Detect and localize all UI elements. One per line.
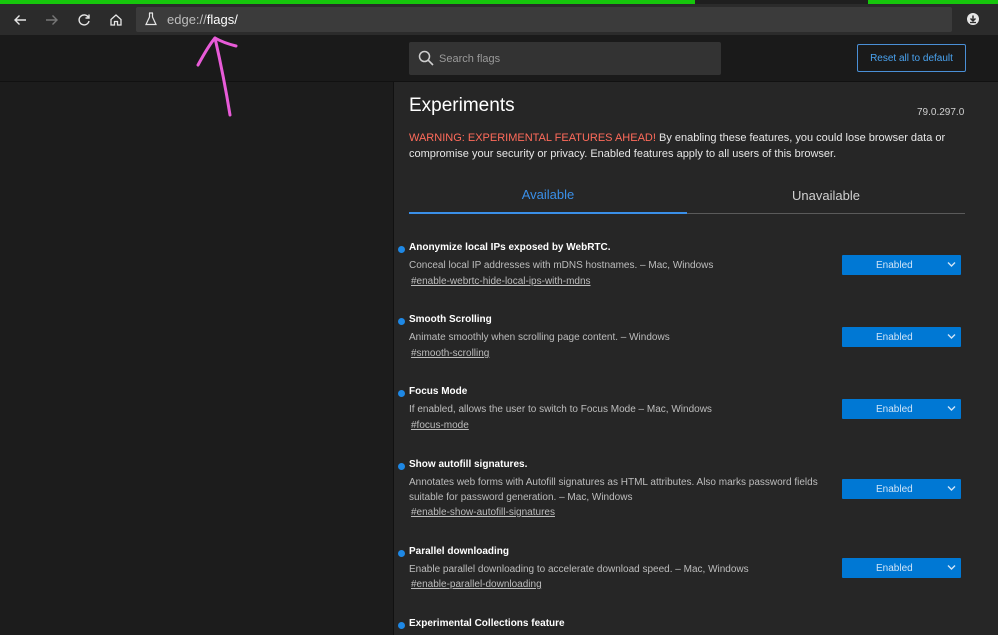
flag-link[interactable]: #focus-mode <box>411 420 469 431</box>
home-button[interactable] <box>101 4 131 35</box>
chevron-down-icon <box>947 565 956 570</box>
flag-item: Smooth Scrolling Animate smoothly when s… <box>398 314 968 364</box>
flag-status-dot <box>398 550 405 557</box>
flag-description: Enable parallel downloading to accelerat… <box>409 564 749 575</box>
flag-status-dot <box>398 246 405 253</box>
search-box[interactable] <box>409 42 721 75</box>
flag-select[interactable]: Enabled <box>842 327 961 347</box>
flag-name: Smooth Scrolling <box>409 314 492 325</box>
flag-status-dot <box>398 390 405 397</box>
flag-item: Show autofill signatures. Annotates web … <box>398 459 968 521</box>
flag-name: Anonymize local IPs exposed by WebRTC. <box>409 242 611 253</box>
page-title: Experiments <box>409 95 515 116</box>
flag-item: Parallel downloading Enable parallel dow… <box>398 546 968 596</box>
address-text: edge://flags/ <box>167 12 238 27</box>
flag-status-dot <box>398 318 405 325</box>
extension-button[interactable] <box>962 8 984 30</box>
tab-available[interactable]: Available <box>409 176 687 214</box>
home-icon <box>110 13 122 26</box>
flag-description: Annotates web forms with Autofill signat… <box>409 477 818 503</box>
flag-item: Focus Mode If enabled, allows the user t… <box>398 386 968 436</box>
flag-status-dot <box>398 463 405 470</box>
flask-icon <box>145 12 157 26</box>
flags-tabs: Available Unavailable <box>409 176 965 214</box>
flag-name: Parallel downloading <box>409 546 510 557</box>
flag-name: Show autofill signatures. <box>409 459 528 470</box>
back-button[interactable] <box>5 4 35 35</box>
search-icon <box>418 50 434 66</box>
forward-button[interactable] <box>37 4 67 35</box>
flag-name: Experimental Collections feature <box>409 618 565 629</box>
browser-toolbar: edge://flags/ <box>0 4 998 35</box>
flag-select-value: Enabled <box>876 331 913 343</box>
flag-link[interactable]: #smooth-scrolling <box>411 348 489 359</box>
flag-link[interactable]: #enable-parallel-downloading <box>411 579 542 590</box>
flag-item: Experimental Collections feature <box>398 618 968 635</box>
flag-select-value: Enabled <box>876 259 913 271</box>
chevron-down-icon <box>947 262 956 267</box>
flag-description: If enabled, allows the user to switch to… <box>409 404 712 415</box>
chevron-down-icon <box>947 486 956 491</box>
search-input[interactable] <box>439 42 715 75</box>
warning-text: WARNING: EXPERIMENTAL FEATURES AHEAD! By… <box>409 130 965 162</box>
chevron-down-icon <box>947 334 956 339</box>
flag-select-value: Enabled <box>876 562 913 574</box>
warning-heading: WARNING: EXPERIMENTAL FEATURES AHEAD! <box>409 132 656 144</box>
flag-name: Focus Mode <box>409 386 468 397</box>
version-label: 79.0.297.0 <box>917 107 965 118</box>
flag-select[interactable]: Enabled <box>842 255 961 275</box>
flag-link[interactable]: #enable-show-autofill-signatures <box>411 507 555 518</box>
address-bar[interactable]: edge://flags/ <box>136 7 952 32</box>
flag-link[interactable]: #enable-webrtc-hide-local-ips-with-mdns <box>411 276 591 287</box>
refresh-icon <box>78 13 90 26</box>
tab-unavailable[interactable]: Unavailable <box>687 176 965 214</box>
flag-description: Animate smoothly when scrolling page con… <box>409 332 670 343</box>
refresh-button[interactable] <box>69 4 99 35</box>
chevron-down-icon <box>947 406 956 411</box>
flag-status-dot <box>398 622 405 629</box>
flag-item: Anonymize local IPs exposed by WebRTC. C… <box>398 242 968 292</box>
forward-arrow-icon <box>46 14 58 25</box>
flag-description: Conceal local IP addresses with mDNS hos… <box>409 260 714 271</box>
flag-select[interactable]: Enabled <box>842 479 961 499</box>
flag-select-value: Enabled <box>876 403 913 415</box>
back-arrow-icon <box>14 14 26 25</box>
download-extension-icon <box>967 13 979 25</box>
flag-select-value: Enabled <box>876 483 913 495</box>
reset-all-button[interactable]: Reset all to default <box>857 44 966 72</box>
left-gutter <box>0 82 393 635</box>
flag-select[interactable]: Enabled <box>842 558 961 578</box>
flag-select[interactable]: Enabled <box>842 399 961 419</box>
